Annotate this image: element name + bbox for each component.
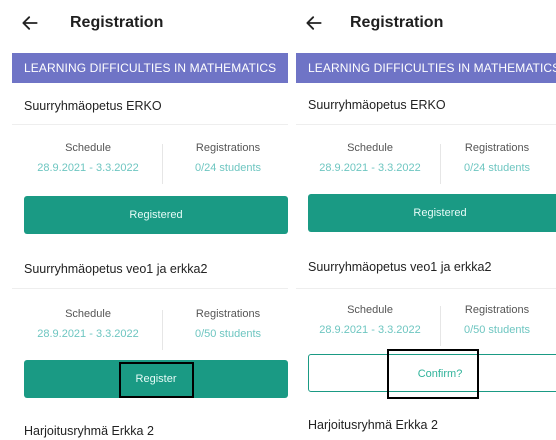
divider — [296, 288, 556, 289]
registrations-block: Registrations 0/24 students — [158, 142, 288, 174]
schedule-label: Schedule — [65, 142, 111, 154]
course-title: Harjoitusryhmä Erkka 2 — [24, 424, 154, 438]
page-title: Registration — [70, 14, 164, 31]
schedule-block: Schedule 28.9.2021 - 3.3.2022 — [300, 142, 440, 174]
registrations-label: Registrations — [195, 308, 261, 320]
schedule-value: 28.9.2021 - 3.3.2022 — [319, 324, 421, 336]
registrations-label: Registrations — [464, 142, 530, 154]
registrations-block: Registrations 0/50 students — [434, 304, 556, 336]
schedule-block: Schedule 28.9.2021 - 3.3.2022 — [18, 308, 158, 340]
registrations-block: Registrations 0/24 students — [434, 142, 556, 174]
registrations-value: 0/24 students — [194, 162, 262, 174]
course-info: Schedule 28.9.2021 - 3.3.2022 Registrati… — [296, 142, 556, 190]
course-info: Schedule 28.9.2021 - 3.3.2022 Registrati… — [12, 142, 288, 190]
app-bar: Registration — [12, 6, 288, 46]
schedule-label: Schedule — [65, 308, 111, 320]
schedule-label: Schedule — [347, 142, 393, 154]
page-title: Registration — [350, 14, 444, 31]
highlight-box — [119, 362, 194, 398]
registrations-label: Registrations — [464, 304, 530, 316]
registrations-label: Registrations — [195, 142, 261, 154]
divider — [12, 124, 288, 125]
registered-button[interactable]: Registered — [24, 196, 288, 234]
schedule-value: 28.9.2021 - 3.3.2022 — [37, 328, 139, 340]
registrations-value: 0/50 students — [463, 324, 531, 336]
schedule-block: Schedule 28.9.2021 - 3.3.2022 — [18, 142, 158, 174]
course-title: Suurryhmäopetus veo1 ja erkka2 — [24, 262, 208, 276]
app-bar: Registration — [296, 6, 556, 46]
section-header: LEARNING DIFFICULTIES IN MATHEMATICS — [296, 53, 556, 83]
course-info: Schedule 28.9.2021 - 3.3.2022 Registrati… — [12, 308, 288, 356]
course-info: Schedule 28.9.2021 - 3.3.2022 Registrati… — [296, 304, 556, 352]
registrations-value: 0/24 students — [463, 162, 531, 174]
screen-after: Registration LEARNING DIFFICULTIES IN MA… — [296, 6, 556, 440]
highlight-box — [387, 349, 479, 399]
course-title: Suurryhmäopetus veo1 ja erkka2 — [308, 260, 492, 274]
registrations-block: Registrations 0/50 students — [158, 308, 288, 340]
course-title: Suurryhmäopetus ERKO — [24, 99, 162, 113]
registered-button[interactable]: Registered — [308, 194, 556, 232]
arrow-left-icon — [22, 16, 38, 30]
schedule-block: Schedule 28.9.2021 - 3.3.2022 — [300, 304, 440, 336]
course-title: Harjoitusryhmä Erkka 2 — [308, 418, 438, 432]
back-button[interactable] — [302, 10, 330, 36]
arrow-left-icon — [306, 16, 322, 30]
course-title: Suurryhmäopetus ERKO — [308, 98, 446, 112]
screen-before: Registration LEARNING DIFFICULTIES IN MA… — [12, 6, 288, 440]
schedule-label: Schedule — [347, 304, 393, 316]
registrations-value: 0/50 students — [194, 328, 262, 340]
divider — [12, 288, 288, 289]
divider — [296, 124, 556, 125]
schedule-value: 28.9.2021 - 3.3.2022 — [319, 162, 421, 174]
back-button[interactable] — [18, 10, 46, 36]
schedule-value: 28.9.2021 - 3.3.2022 — [37, 162, 139, 174]
section-header: LEARNING DIFFICULTIES IN MATHEMATICS — [12, 53, 288, 83]
